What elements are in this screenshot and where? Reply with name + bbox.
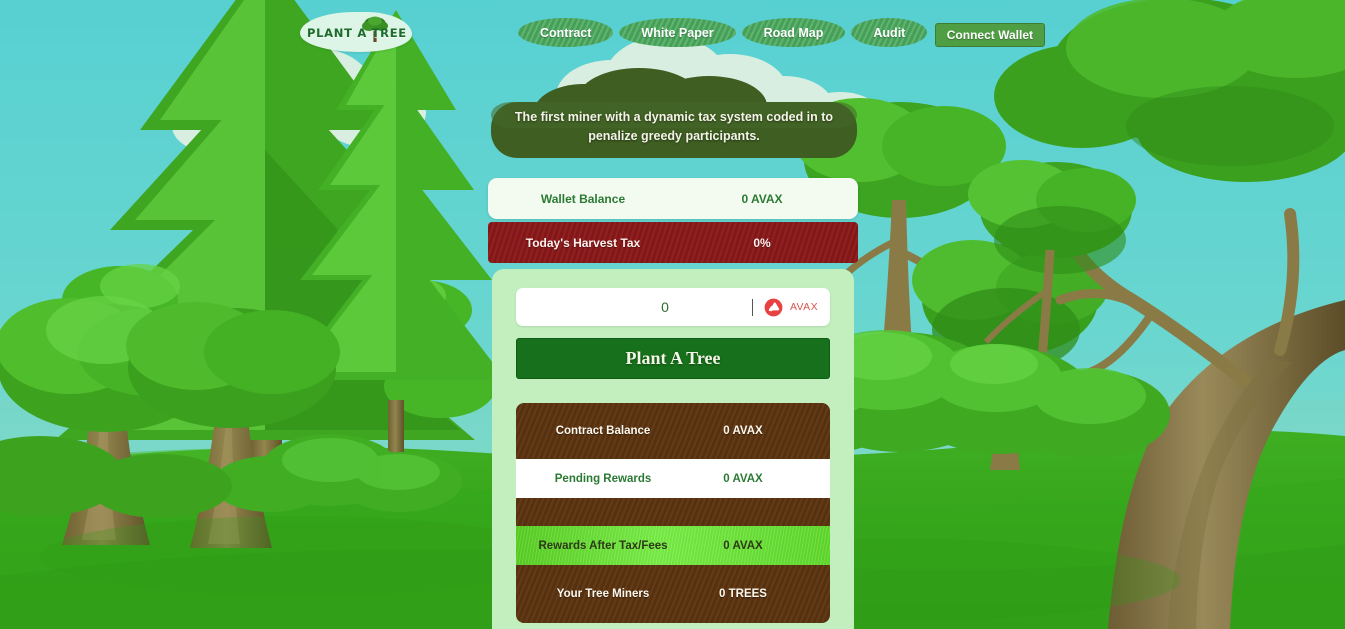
currency-suffix: AVAX <box>751 298 818 317</box>
connect-wallet-button[interactable]: Connect Wallet <box>934 23 1045 47</box>
stats-card-spacer <box>516 507 830 517</box>
contract-balance-value: 0 AVAX <box>723 424 763 437</box>
field-divider <box>751 298 753 316</box>
harvest-tax-value: 0% <box>753 235 771 250</box>
wallet-balance-value: 0 AVAX <box>741 191 783 206</box>
mint-panel: 0 AVAX Plant A Tree Contract Balance 0 A… <box>492 269 854 629</box>
currency-label: AVAX <box>789 301 818 313</box>
site-logo[interactable]: PLANT A TREE <box>300 12 412 52</box>
nav-item-road-map[interactable]: Road Map <box>741 18 846 47</box>
plant-a-tree-button[interactable]: Plant A Tree <box>516 338 830 379</box>
wallet-balance-row: Wallet Balance 0 AVAX <box>488 178 858 219</box>
tagline-text: The first miner with a dynamic tax syste… <box>514 110 834 143</box>
logo-text: PLANT A TREE <box>307 26 407 40</box>
nav-item-contract[interactable]: Contract <box>518 18 614 47</box>
tree-miners-value: 0 TREES <box>719 587 767 600</box>
main-content-column: The first miner with a dynamic tax syste… <box>488 60 858 629</box>
tagline-banner: The first miner with a dynamic tax syste… <box>489 60 859 160</box>
stats-card: Contract Balance 0 AVAX Pending Rewards … <box>516 403 830 623</box>
stat-row-pending-rewards: Pending Rewards 0 AVAX <box>516 459 830 498</box>
avax-icon <box>764 298 783 316</box>
stat-row-tree-miners: Your Tree Miners 0 TREES <box>516 574 830 613</box>
nav-item-white-paper[interactable]: White Paper <box>619 18 736 47</box>
summary-rows: Wallet Balance 0 AVAX Today's Harvest Ta… <box>488 178 858 263</box>
pending-rewards-value: 0 AVAX <box>723 472 763 485</box>
stat-row-rewards-after-tax: Rewards After Tax/Fees 0 AVAX <box>516 526 830 565</box>
top-navbar: PLANT A TREE Contract White Paper Road M… <box>0 0 1345 68</box>
nav-links: Contract White Paper Road Map Audit <box>518 18 928 47</box>
harvest-tax-row: Today's Harvest Tax 0% <box>488 222 858 263</box>
forest-background-scene: PLANT A TREE Contract White Paper Road M… <box>0 0 1345 629</box>
nav-item-audit[interactable]: Audit <box>851 18 928 47</box>
rewards-after-tax-value: 0 AVAX <box>723 539 763 552</box>
amount-input-group[interactable]: 0 AVAX <box>516 288 830 326</box>
stat-row-contract-balance: Contract Balance 0 AVAX <box>516 411 830 450</box>
